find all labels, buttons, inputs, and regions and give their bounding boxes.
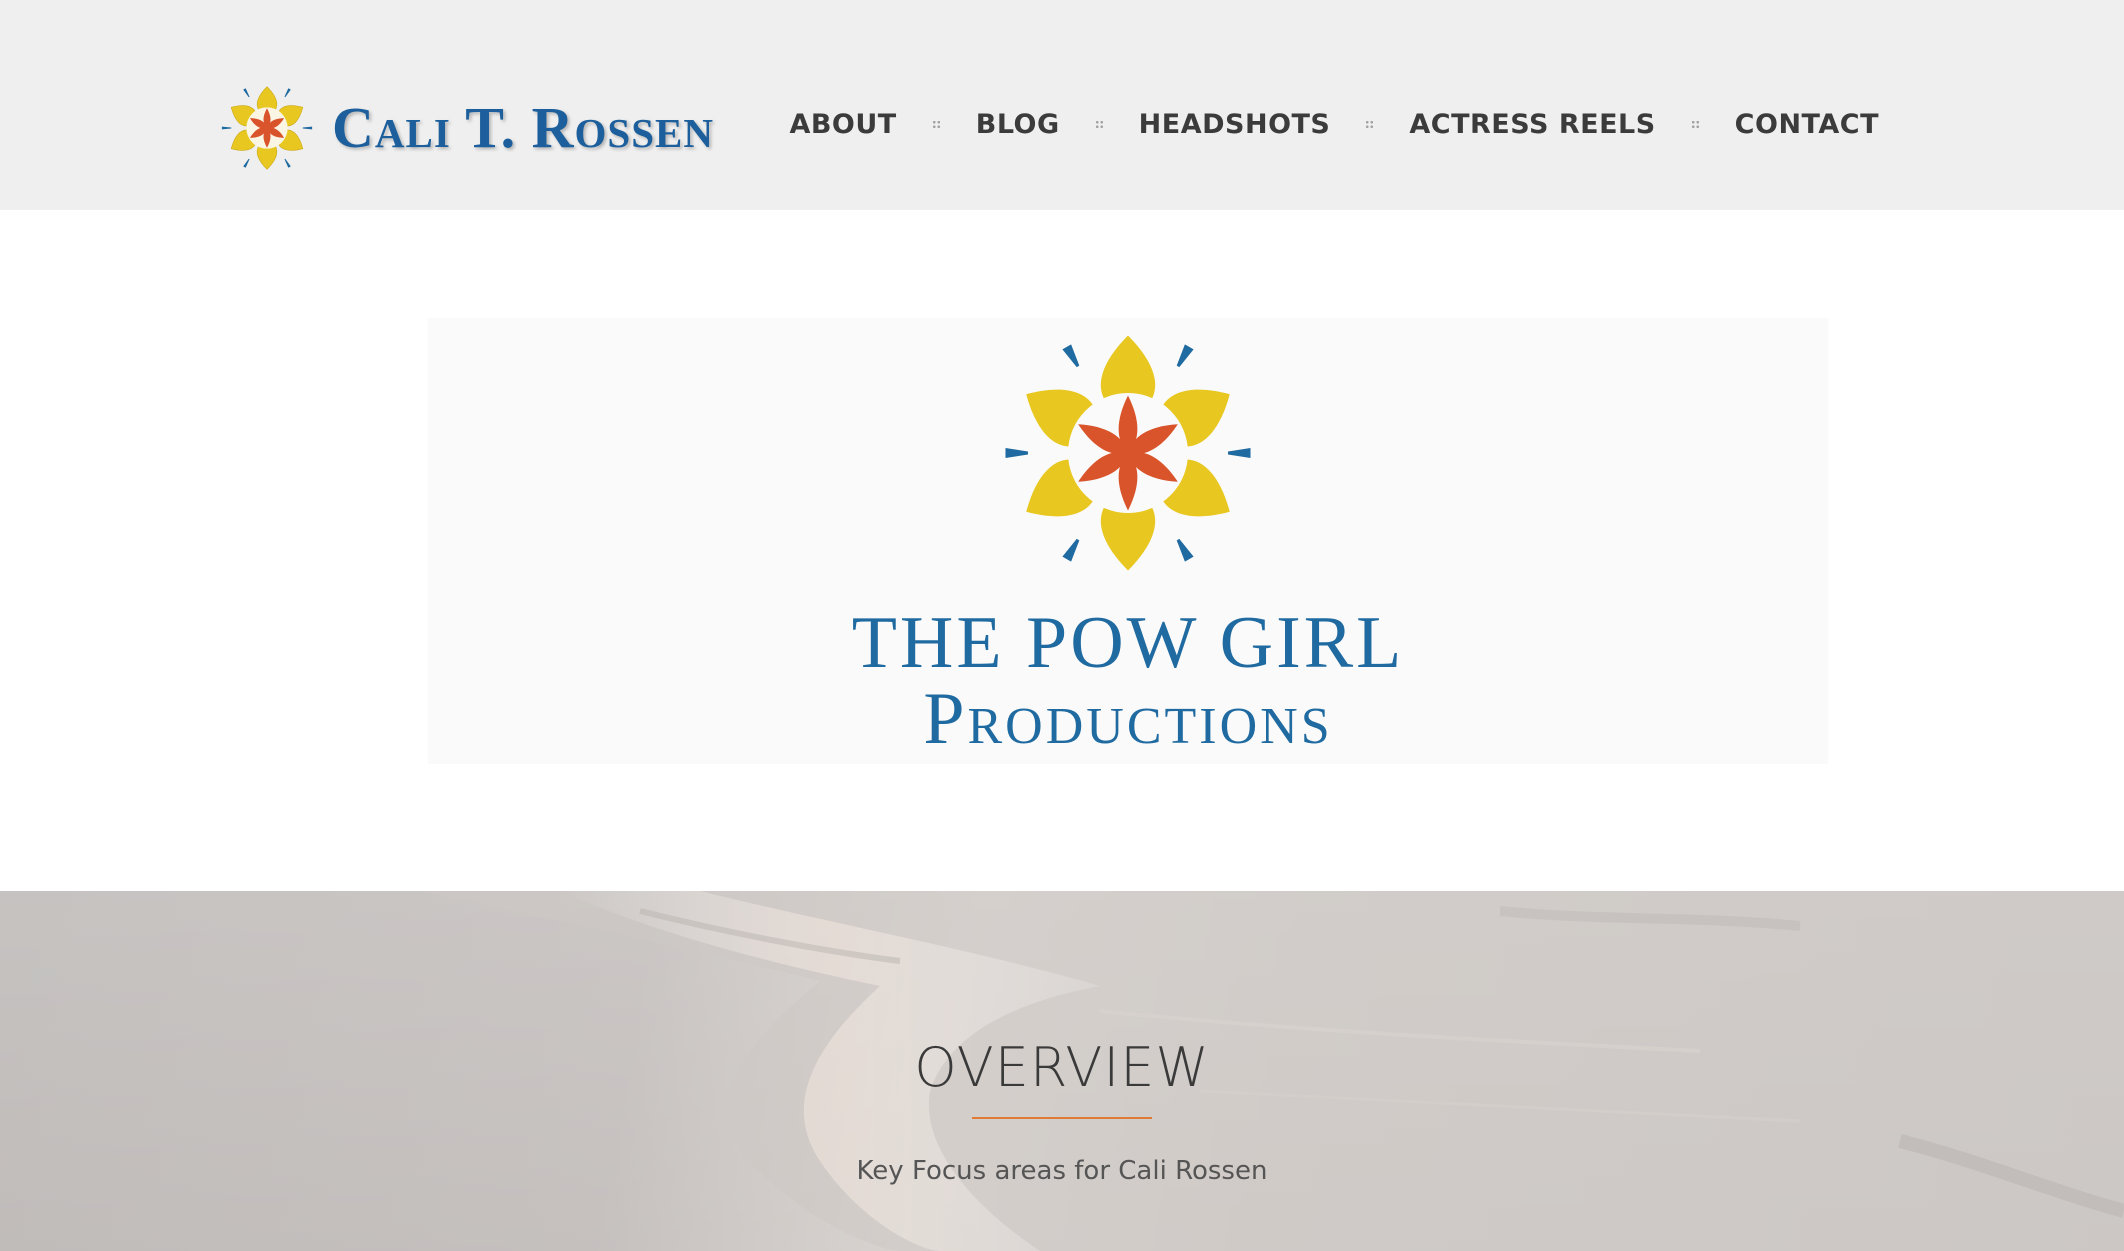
- overview-title: OVERVIEW: [914, 1036, 1210, 1099]
- nav-item-blog[interactable]: BLOG: [976, 109, 1060, 140]
- banner-title-line2: Productions: [923, 678, 1333, 760]
- overview-section: OVERVIEW Key Focus areas for Cali Rossen: [0, 891, 2124, 1251]
- dotted-square-separator-icon: [1094, 119, 1104, 129]
- dotted-square-separator-icon: [931, 119, 941, 129]
- nav-item-headshots[interactable]: HEADSHOTS: [1139, 109, 1331, 140]
- dotted-square-separator-icon: [1365, 119, 1375, 129]
- flower-logo-icon: [1005, 335, 1251, 571]
- nav-item-actress-reels[interactable]: ACTRESS REELS: [1409, 109, 1655, 140]
- brand-link[interactable]: Cali T. Rossen: [220, 78, 714, 178]
- site-header: Cali T. Rossen ABOUT BLOG HEADSHOTS ACTR…: [0, 0, 2124, 210]
- brand-name: Cali T. Rossen: [332, 95, 714, 160]
- nav-item-contact[interactable]: CONTACT: [1735, 109, 1879, 140]
- main-nav: ABOUT BLOG HEADSHOTS ACTRESS REELS CONTA…: [789, 100, 1879, 148]
- flower-logo-icon: [221, 86, 313, 170]
- pow-girl-banner: THE POW GIRL Productions: [428, 318, 1828, 764]
- overview-subtitle: Key Focus areas for Cali Rossen: [856, 1156, 1268, 1186]
- dotted-square-separator-icon: [1690, 119, 1700, 129]
- banner-title-line1: THE POW GIRL: [851, 602, 1405, 684]
- overview-divider: [972, 1117, 1152, 1119]
- nav-item-about[interactable]: ABOUT: [789, 109, 896, 140]
